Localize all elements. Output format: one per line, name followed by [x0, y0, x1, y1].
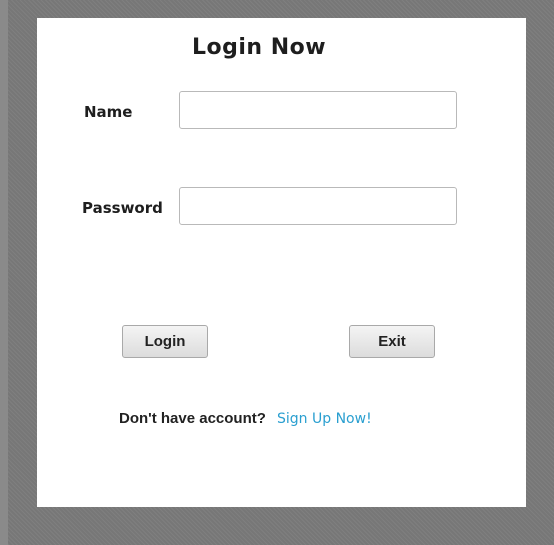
signup-prompt: Don't have account? Sign Up Now! — [119, 408, 372, 427]
name-input[interactable] — [179, 91, 457, 129]
login-button[interactable]: Login — [122, 325, 208, 358]
password-input[interactable] — [179, 187, 457, 225]
password-label: Password — [82, 199, 163, 217]
signup-link[interactable]: Sign Up Now! — [277, 411, 372, 427]
exit-button[interactable]: Exit — [349, 325, 435, 358]
frame-edge — [0, 0, 8, 545]
login-panel: Login Now Name Password Login Exit Don't… — [37, 18, 526, 507]
name-label: Name — [84, 103, 133, 121]
no-account-text: Don't have account? — [119, 410, 266, 427]
page-title: Login Now — [192, 35, 327, 60]
